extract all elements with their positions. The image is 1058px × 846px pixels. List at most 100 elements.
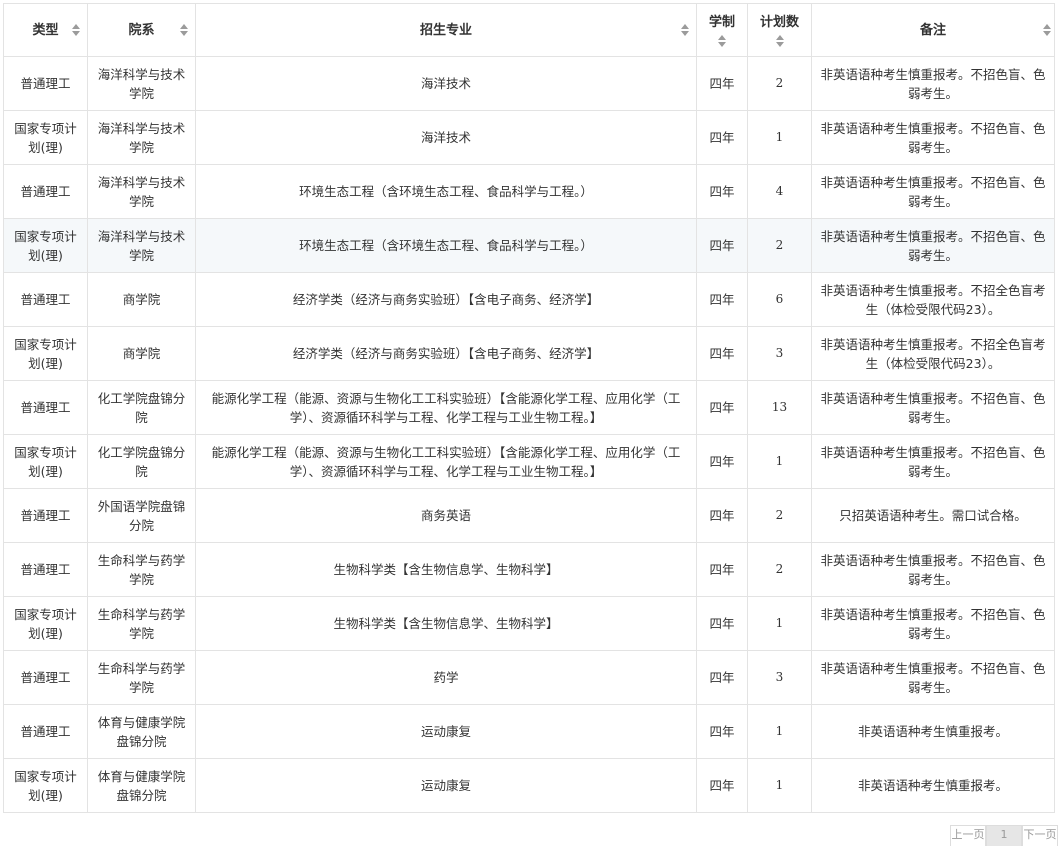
cell-note: 非英语语种考生慎重报考。 bbox=[811, 758, 1055, 813]
table-row: 普通理工 外国语学院盘锦分院 商务英语 四年 2 只招英语语种考生。需口试合格。 bbox=[3, 488, 1055, 543]
cell-type: 普通理工 bbox=[3, 164, 88, 219]
sort-icon[interactable] bbox=[718, 35, 726, 47]
cell-plan: 2 bbox=[747, 56, 812, 111]
column-header-years[interactable]: 学制 bbox=[696, 3, 748, 57]
table-row: 普通理工 生命科学与药学学院 药学 四年 3 非英语语种考生慎重报考。不招色盲、… bbox=[3, 650, 1055, 705]
column-header-plan[interactable]: 计划数 bbox=[747, 3, 812, 57]
column-header-major[interactable]: 招生专业 bbox=[195, 3, 697, 57]
cell-note: 非英语语种考生慎重报考。不招色盲、色弱考生。 bbox=[811, 596, 1055, 651]
cell-type: 普通理工 bbox=[3, 56, 88, 111]
cell-major: 经济学类（经济与商务实验班）【含电子商务、经济学】 bbox=[195, 326, 697, 381]
cell-major: 商务英语 bbox=[195, 488, 697, 543]
column-header-label: 备注 bbox=[919, 22, 946, 38]
cell-years: 四年 bbox=[696, 272, 748, 327]
cell-plan: 1 bbox=[747, 110, 812, 165]
cell-plan: 1 bbox=[747, 434, 812, 489]
cell-major: 能源化学工程（能源、资源与生物化工工科实验班）【含能源化学工程、应用化学（工学）… bbox=[195, 380, 697, 435]
column-header-label: 院系 bbox=[128, 22, 155, 38]
prev-page-button[interactable]: 上一页 bbox=[950, 825, 986, 846]
cell-years: 四年 bbox=[696, 164, 748, 219]
table-row: 国家专项计划(理) 化工学院盘锦分院 能源化学工程（能源、资源与生物化工工科实验… bbox=[3, 434, 1055, 489]
cell-plan: 13 bbox=[747, 380, 812, 435]
cell-major: 海洋技术 bbox=[195, 110, 697, 165]
column-header-label: 学制 bbox=[708, 15, 735, 30]
cell-years: 四年 bbox=[696, 704, 748, 759]
cell-years: 四年 bbox=[696, 488, 748, 543]
cell-dept: 化工学院盘锦分院 bbox=[87, 434, 196, 489]
cell-dept: 生命科学与药学学院 bbox=[87, 650, 196, 705]
column-header-note[interactable]: 备注 bbox=[811, 3, 1055, 57]
admissions-table-container: 类型 院系 招生专业 学制 计划数 备注 普通理工 海洋科学与技术学院 海洋技术… bbox=[3, 3, 1055, 813]
cell-years: 四年 bbox=[696, 542, 748, 597]
sort-icon[interactable] bbox=[681, 24, 689, 36]
cell-years: 四年 bbox=[696, 758, 748, 813]
sort-icon[interactable] bbox=[72, 24, 80, 36]
table-row: 普通理工 生命科学与药学学院 生物科学类【含生物信息学、生物科学】 四年 2 非… bbox=[3, 542, 1055, 597]
table-header-row: 类型 院系 招生专业 学制 计划数 备注 bbox=[3, 3, 1055, 57]
table-row: 普通理工 商学院 经济学类（经济与商务实验班）【含电子商务、经济学】 四年 6 … bbox=[3, 272, 1055, 327]
cell-note: 非英语语种考生慎重报考。不招色盲、色弱考生。 bbox=[811, 110, 1055, 165]
admissions-table: 类型 院系 招生专业 学制 计划数 备注 普通理工 海洋科学与技术学院 海洋技术… bbox=[3, 3, 1055, 813]
cell-type: 普通理工 bbox=[3, 542, 88, 597]
sort-icon[interactable] bbox=[1043, 24, 1051, 36]
cell-dept: 海洋科学与技术学院 bbox=[87, 164, 196, 219]
page-button-current[interactable]: 1 bbox=[986, 825, 1022, 846]
column-header-dept[interactable]: 院系 bbox=[87, 3, 196, 57]
table-row: 普通理工 海洋科学与技术学院 海洋技术 四年 2 非英语语种考生慎重报考。不招色… bbox=[3, 56, 1055, 111]
sort-icon[interactable] bbox=[775, 35, 784, 47]
cell-years: 四年 bbox=[696, 326, 748, 381]
cell-dept: 体育与健康学院盘锦分院 bbox=[87, 704, 196, 759]
cell-plan: 4 bbox=[747, 164, 812, 219]
table-row: 普通理工 化工学院盘锦分院 能源化学工程（能源、资源与生物化工工科实验班）【含能… bbox=[3, 380, 1055, 435]
cell-type: 国家专项计划(理) bbox=[3, 326, 88, 381]
cell-note: 非英语语种考生慎重报考。不招色盲、色弱考生。 bbox=[811, 218, 1055, 273]
cell-plan: 2 bbox=[747, 542, 812, 597]
cell-dept: 商学院 bbox=[87, 326, 196, 381]
cell-major: 运动康复 bbox=[195, 758, 697, 813]
table-row: 普通理工 海洋科学与技术学院 环境生态工程（含环境生态工程、食品科学与工程。） … bbox=[3, 164, 1055, 219]
table-row: 国家专项计划(理) 海洋科学与技术学院 环境生态工程（含环境生态工程、食品科学与… bbox=[3, 218, 1055, 273]
cell-plan: 6 bbox=[747, 272, 812, 327]
next-page-button[interactable]: 下一页 bbox=[1022, 825, 1058, 846]
cell-note: 非英语语种考生慎重报考。不招全色盲考生（体检受限代码23）。 bbox=[811, 326, 1055, 381]
cell-type: 国家专项计划(理) bbox=[3, 110, 88, 165]
cell-major: 经济学类（经济与商务实验班）【含电子商务、经济学】 bbox=[195, 272, 697, 327]
cell-plan: 3 bbox=[747, 650, 812, 705]
column-header-type[interactable]: 类型 bbox=[3, 3, 88, 57]
pagination: 上一页 1 下一页 bbox=[950, 825, 1058, 846]
cell-major: 生物科学类【含生物信息学、生物科学】 bbox=[195, 542, 697, 597]
cell-note: 非英语语种考生慎重报考。不招全色盲考生（体检受限代码23）。 bbox=[811, 272, 1055, 327]
cell-major: 环境生态工程（含环境生态工程、食品科学与工程。） bbox=[195, 218, 697, 273]
table-row: 国家专项计划(理) 商学院 经济学类（经济与商务实验班）【含电子商务、经济学】 … bbox=[3, 326, 1055, 381]
cell-note: 非英语语种考生慎重报考。不招色盲、色弱考生。 bbox=[811, 380, 1055, 435]
table-row: 国家专项计划(理) 海洋科学与技术学院 海洋技术 四年 1 非英语语种考生慎重报… bbox=[3, 110, 1055, 165]
cell-type: 国家专项计划(理) bbox=[3, 434, 88, 489]
cell-type: 普通理工 bbox=[3, 272, 88, 327]
cell-plan: 2 bbox=[747, 218, 812, 273]
cell-plan: 1 bbox=[747, 758, 812, 813]
cell-years: 四年 bbox=[696, 56, 748, 111]
cell-dept: 海洋科学与技术学院 bbox=[87, 56, 196, 111]
cell-plan: 1 bbox=[747, 704, 812, 759]
cell-plan: 3 bbox=[747, 326, 812, 381]
cell-note: 非英语语种考生慎重报考。不招色盲、色弱考生。 bbox=[811, 56, 1055, 111]
cell-major: 生物科学类【含生物信息学、生物科学】 bbox=[195, 596, 697, 651]
cell-dept: 生命科学与药学学院 bbox=[87, 596, 196, 651]
cell-years: 四年 bbox=[696, 650, 748, 705]
cell-type: 国家专项计划(理) bbox=[3, 596, 88, 651]
cell-dept: 化工学院盘锦分院 bbox=[87, 380, 196, 435]
cell-type: 国家专项计划(理) bbox=[3, 218, 88, 273]
cell-years: 四年 bbox=[696, 434, 748, 489]
cell-dept: 海洋科学与技术学院 bbox=[87, 218, 196, 273]
sort-icon[interactable] bbox=[180, 24, 188, 36]
table-row: 普通理工 体育与健康学院盘锦分院 运动康复 四年 1 非英语语种考生慎重报考。 bbox=[3, 704, 1055, 759]
cell-dept: 商学院 bbox=[87, 272, 196, 327]
cell-years: 四年 bbox=[696, 110, 748, 165]
cell-note: 非英语语种考生慎重报考。不招色盲、色弱考生。 bbox=[811, 434, 1055, 489]
column-header-label: 招生专业 bbox=[419, 22, 472, 38]
column-header-label: 类型 bbox=[32, 22, 59, 38]
cell-dept: 体育与健康学院盘锦分院 bbox=[87, 758, 196, 813]
cell-plan: 2 bbox=[747, 488, 812, 543]
cell-plan: 1 bbox=[747, 596, 812, 651]
cell-dept: 外国语学院盘锦分院 bbox=[87, 488, 196, 543]
